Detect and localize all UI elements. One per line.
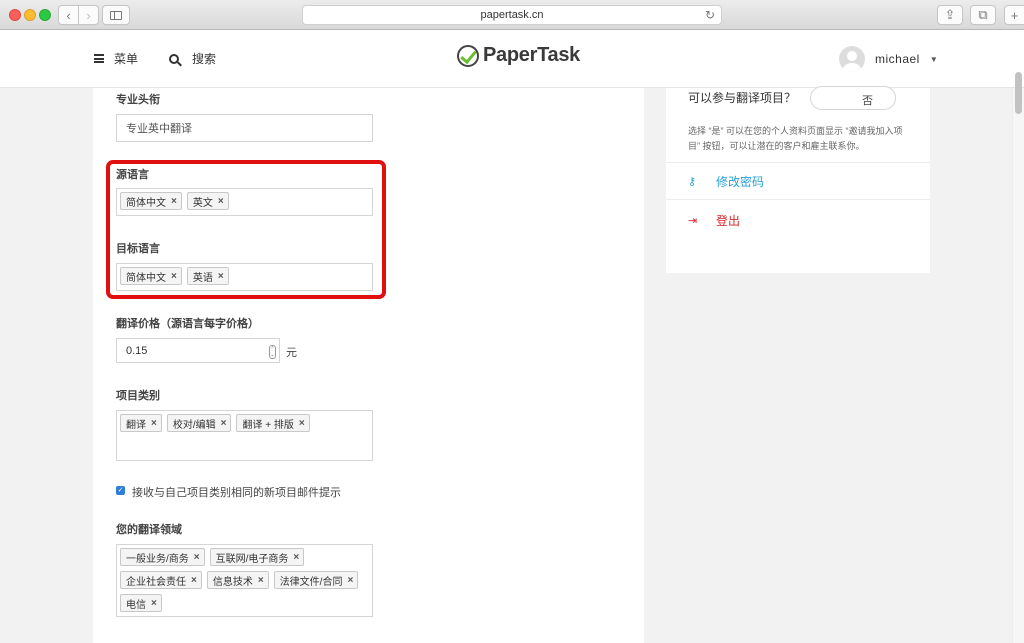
tag-project-category: 校对/编辑 × — [166, 414, 232, 432]
chevron-left-icon: ‹ — [66, 7, 71, 23]
tag-row: 企业社会责任 × 信息技术 × 法律文件/合同 × — [120, 571, 372, 589]
tag-project-category: 翻译 × — [120, 414, 162, 432]
search-label: 搜索 — [192, 52, 217, 66]
menu-button[interactable]: 菜单 — [94, 50, 138, 67]
url-text: papertask.cn — [480, 9, 544, 21]
new-tab-button[interactable]: + — [1004, 5, 1024, 25]
tag-label: 信息技术 — [212, 576, 253, 588]
remove-tag-icon[interactable]: × — [191, 575, 197, 586]
tag-domain: 企业社会责任 × — [120, 571, 202, 589]
close-window-button[interactable] — [9, 9, 21, 21]
number-stepper-icon[interactable]: ⌃ ⌄ — [269, 345, 276, 359]
checkmark-logo-icon — [457, 44, 479, 67]
tag-label: 互联网/电子商务 — [215, 553, 289, 565]
reload-icon[interactable]: ↻ — [705, 8, 715, 22]
remove-tag-icon[interactable]: × — [151, 418, 157, 429]
tag-row: 一般业务/商务 × 互联网/电子商务 × — [120, 548, 372, 566]
search-button[interactable]: 搜索 — [169, 50, 216, 67]
tag-label: 翻译 — [126, 419, 146, 431]
sidebar-icon — [110, 10, 122, 20]
price-label: 翻译价格（源语言每字价格） — [116, 318, 259, 330]
check-icon: ✓ — [117, 487, 124, 494]
translation-domain-select[interactable]: 一般业务/商务 × 互联网/电子商务 × 企业社会责任 × 信息技术 × 法律文件/合同… — [116, 544, 373, 617]
remove-tag-icon[interactable]: × — [221, 418, 227, 429]
logout-link[interactable]: ⇥ 登出 — [688, 212, 740, 229]
user-menu[interactable]: michael ▼ — [839, 46, 938, 72]
invite-description-line: 选择 “是” 可以在您的个人资料页面显示 “邀请我加入项 — [688, 126, 903, 136]
invite-description-line: 目” 按钮，可以让潜在的客户和雇主联系你。 — [688, 141, 865, 151]
zoom-window-button[interactable] — [39, 9, 51, 21]
remove-tag-icon[interactable]: × — [258, 575, 264, 586]
back-button[interactable]: ‹ — [58, 5, 79, 25]
tag-project-category: 翻译 + 排版 × — [236, 414, 310, 432]
price-unit: 元 — [286, 347, 297, 359]
tag-label: 一般业务/商务 — [126, 553, 189, 565]
project-category-select[interactable]: 翻译 × 校对/编辑 × 翻译 + 排版 × — [116, 410, 373, 461]
project-category-label: 项目类别 — [116, 390, 160, 402]
hamburger-icon — [94, 54, 104, 63]
minimize-window-button[interactable] — [24, 9, 36, 21]
email-notify-label: 接收与自己项目类别相同的新项目邮件提示 — [132, 487, 341, 499]
change-password-label: 修改密码 — [716, 175, 765, 189]
share-button[interactable]: ⇪ — [937, 5, 963, 25]
share-icon: ⇪ — [944, 7, 956, 22]
forward-button[interactable]: › — [78, 5, 99, 25]
address-bar[interactable]: papertask.cn ↻ — [302, 5, 722, 25]
tag-row: 电信 × — [120, 594, 372, 612]
tab-overview-button[interactable]: ⧉ — [970, 5, 996, 25]
remove-tag-icon[interactable]: × — [151, 598, 157, 609]
tag-label: 翻译 + 排版 — [242, 419, 294, 431]
tag-domain: 法律文件/合同 × — [273, 571, 359, 589]
price-value: 0.15 — [126, 344, 148, 357]
highlight-box — [106, 160, 386, 299]
tag-label: 企业社会责任 — [126, 576, 186, 588]
toggle-value: 否 — [862, 95, 873, 107]
tag-label: 校对/编辑 — [172, 419, 216, 431]
chevron-down-icon: ▼ — [929, 54, 939, 64]
site-logo[interactable]: PaperTask — [457, 44, 580, 67]
scrollbar-track[interactable] — [1012, 88, 1024, 643]
remove-tag-icon[interactable]: × — [194, 552, 200, 563]
logo-text: PaperTask — [483, 44, 580, 66]
translation-domain-label: 您的翻译领域 — [116, 524, 182, 536]
remove-tag-icon[interactable]: × — [347, 575, 353, 586]
tabs-icon: ⧉ — [978, 7, 988, 22]
search-icon — [169, 53, 179, 64]
site-header: 菜单 搜索 PaperTask michael ▼ — [0, 30, 1024, 88]
change-password-link[interactable]: ⚷ 修改密码 — [688, 173, 764, 190]
tag-row: 翻译 × 校对/编辑 × 翻译 + 排版 × — [120, 414, 372, 432]
tag-domain: 电信 × — [120, 594, 162, 612]
scrollbar-thumb[interactable] — [1015, 72, 1022, 114]
sidebar-toggle-button[interactable] — [102, 5, 130, 25]
tag-domain: 信息技术 × — [206, 571, 269, 589]
key-icon: ⚷ — [688, 176, 697, 188]
email-notify-checkbox[interactable]: ✓ — [116, 486, 125, 495]
username: michael — [875, 52, 920, 66]
remove-tag-icon[interactable]: × — [293, 552, 299, 563]
plus-icon: + — [1010, 7, 1019, 23]
title-input[interactable]: 专业英中翻译 — [116, 114, 373, 142]
invite-toggle[interactable]: 否 — [810, 86, 896, 110]
tag-domain: 互联网/电子商务 × — [209, 548, 305, 566]
title-value: 专业英中翻译 — [126, 123, 192, 135]
menu-label: 菜单 — [114, 52, 139, 66]
logout-label: 登出 — [716, 214, 741, 228]
chevron-right-icon: › — [86, 7, 91, 23]
browser-toolbar: ‹ › papertask.cn ↻ ⇪ ⧉ + — [0, 0, 1024, 30]
tag-label: 法律文件/合同 — [279, 576, 343, 588]
divider — [666, 162, 930, 163]
divider — [666, 199, 930, 200]
price-input[interactable]: 0.15 ⌃ ⌄ — [116, 338, 280, 363]
logout-icon: ⇥ — [688, 215, 698, 227]
title-label: 专业头衔 — [116, 94, 160, 106]
remove-tag-icon[interactable]: × — [299, 418, 305, 429]
invite-question: 可以参与翻译项目？ — [688, 91, 797, 105]
tag-domain: 一般业务/商务 × — [120, 548, 205, 566]
avatar — [839, 46, 865, 72]
tag-label: 电信 — [126, 599, 146, 611]
invite-description: 选择 “是” 可以在您的个人资料页面显示 “邀请我加入项 目” 按钮，可以让潜在… — [688, 124, 903, 154]
